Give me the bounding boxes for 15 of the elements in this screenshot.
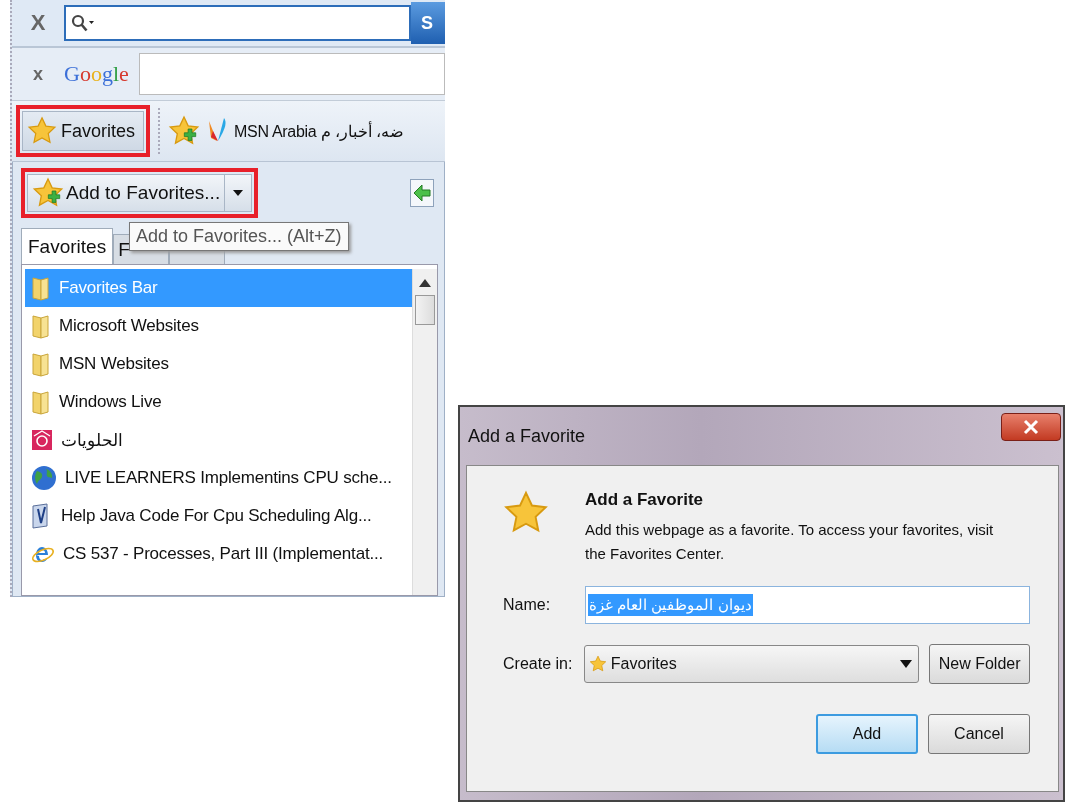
item-label: MSN Websites [59,354,169,374]
dialog-description: Add this webpage as a favorite. To access your favorites, visit the Favorites Center. [585,520,995,564]
item-label: Help Java Code For Cpu Scheduling Alg... [61,506,372,526]
tooltip: Add to Favorites... (Alt+Z) [129,222,349,251]
item-label: Favorites Bar [59,278,158,298]
dialog-heading: Add a Favorite [585,490,705,510]
item-label: Microsoft Websites [59,316,199,336]
window-title: Add a Favorite [468,425,586,447]
item-label: الحلويات [61,429,123,451]
item-label: CS 537 - Processes, Part III (Implementat... [63,544,383,564]
item-label: Windows Live [59,392,162,412]
create-in-label: Create in: [503,655,574,673]
name-label: Name: [503,596,552,614]
google-logo: Google [64,61,129,87]
item-label: LIVE LEARNERS Implementins CPU sche... [65,468,392,488]
